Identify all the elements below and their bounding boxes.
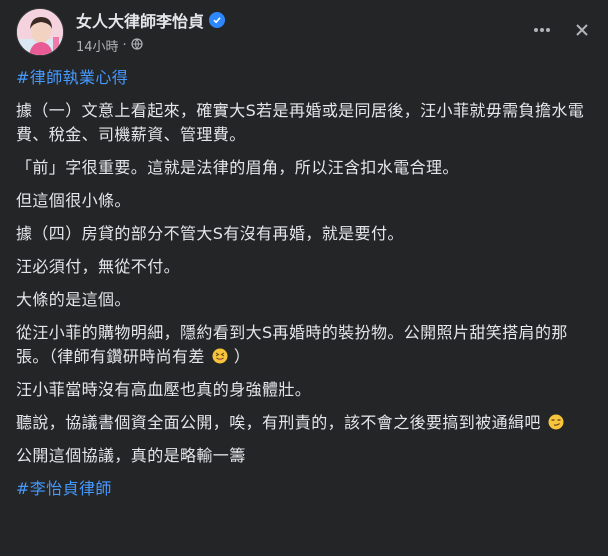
paragraph: 汪小菲當時沒有高血壓也真的身強體壯。 — [16, 380, 312, 399]
paragraph: 但這個很小條。 — [16, 191, 131, 210]
post-timestamp[interactable]: 14小時 — [76, 36, 119, 55]
hashtag-link[interactable]: #律師執業心得 — [16, 68, 128, 87]
globe-icon — [131, 37, 143, 54]
author-name[interactable]: 女人大律師李怡貞 — [76, 8, 204, 32]
paragraph: 從汪小菲的購物明細，隱約看到大S再婚時的裝扮物。公開照片甜笑搭肩的那張。（律師有… — [16, 321, 596, 369]
facebook-post: 女人大律師李怡貞 14小時 · #律師執業心得 據（一）文意上看起來，確實大S若… — [0, 0, 608, 556]
close-button[interactable] — [566, 14, 598, 46]
paragraph: 據（四）房貸的部分不管大S有沒有再婚，就是要付。 — [16, 224, 404, 243]
post-meta: 14小時 · — [76, 36, 143, 55]
paragraph-text: 聽說，協議書￼個資全面公開，唉，有刑責的￼，該不會之後要搞到被通緝吧 — [16, 413, 541, 432]
squinting-tongue-emoji — [212, 348, 228, 364]
post-header: 女人大律師李怡貞 14小時 · — [0, 0, 608, 62]
hashtag-link[interactable]: #李怡貞律師 — [16, 479, 112, 498]
paragraph: #律師執業心得 — [16, 66, 596, 90]
paragraph: 大條的是這個。 — [16, 290, 131, 309]
meta-separator: · — [122, 38, 127, 53]
paragraph-text-tail: ） — [233, 347, 251, 366]
paragraph: 公開這個協議，真的是略輸一籌 — [16, 446, 246, 465]
paragraph: 汪必須付，無從不付。 — [16, 257, 181, 276]
author-name-row: 女人大律師李怡貞 — [76, 8, 226, 32]
close-icon — [576, 24, 588, 36]
paragraph: #李怡貞律師 — [16, 477, 596, 501]
paragraph-text: 從汪小菲的購物明細，隱約看到大S再婚時的裝扮物。公開照片甜笑搭肩的那張。（律師有… — [16, 323, 568, 366]
paragraph: 據（一）文意上看起來，確實大S若是再婚或是同居後，汪小菲就毋需負擔水電費、稅金、… — [16, 101, 585, 144]
smirk-emoji — [548, 414, 564, 430]
verified-badge-icon — [209, 12, 226, 28]
more-horizontal-icon — [534, 28, 550, 32]
more-options-button[interactable] — [526, 14, 558, 46]
post-body: #律師執業心得 據（一）文意上看起來，確實大S若是再婚或是同居後，汪小菲就毋需負… — [16, 66, 596, 510]
author-avatar[interactable] — [16, 8, 64, 56]
avatar-image — [17, 9, 63, 55]
paragraph: 「前」字很￼重要。這就是法律的眉角，所以汪含扣水電合理。 — [16, 158, 459, 177]
paragraph: 聽說，協議書￼個資全面公開，唉，有刑責的￼，該不會之後要搞到被通緝吧 — [16, 411, 596, 435]
